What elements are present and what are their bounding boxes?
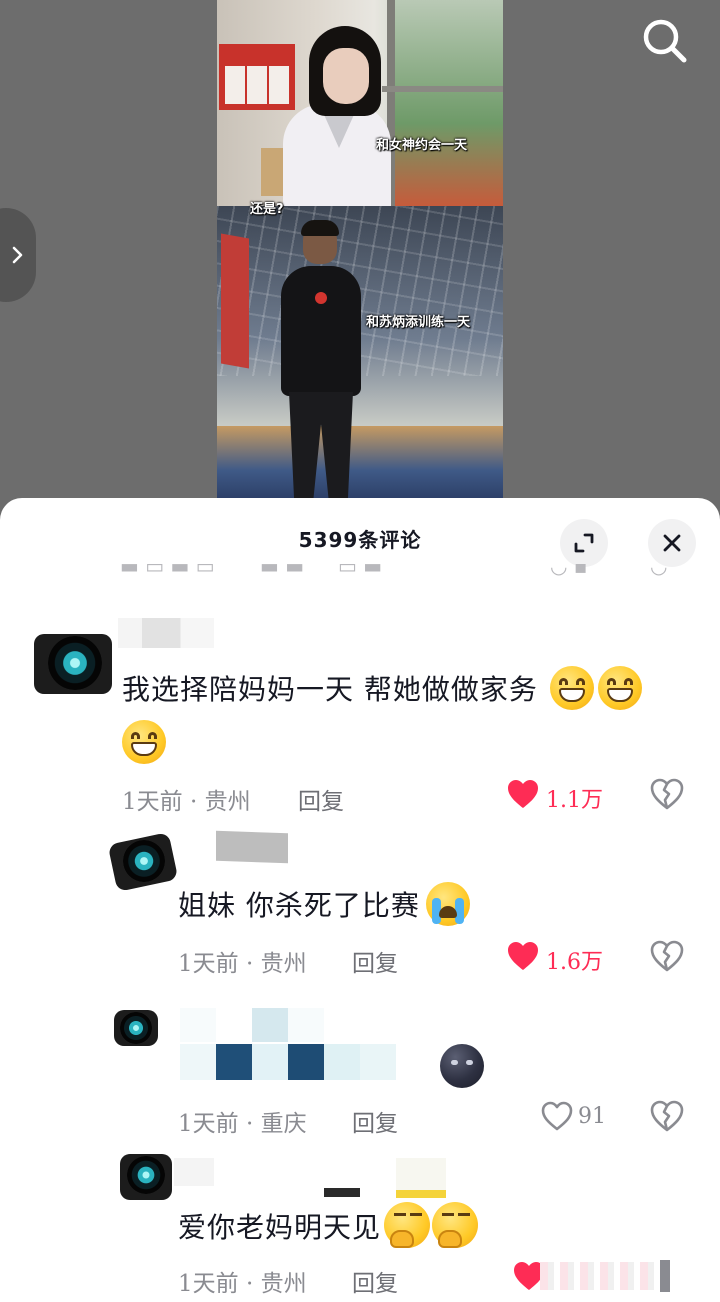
avatar[interactable] [30, 620, 116, 706]
username-redacted [324, 1188, 360, 1197]
window [387, 0, 503, 206]
username-redacted[interactable] [118, 618, 214, 648]
heart-filled-icon [508, 780, 538, 808]
search-button[interactable] [640, 16, 690, 66]
like-count-obscured [540, 1262, 660, 1290]
reply-button[interactable]: 回复 [298, 782, 344, 816]
avatar[interactable] [112, 996, 160, 1054]
thinking-face-emoji [384, 1202, 430, 1248]
grinning-face-emoji [550, 666, 594, 710]
loudly-crying-face-emoji [426, 882, 470, 926]
broken-heart-icon [650, 778, 684, 810]
red-notice-board [219, 44, 295, 110]
comment-time-location: 1天前 · 贵州 [178, 1271, 307, 1297]
username-redacted[interactable] [216, 830, 288, 864]
reply-button[interactable]: 回复 [352, 1264, 398, 1298]
running-track [217, 426, 503, 500]
heart-filled-icon [508, 942, 538, 970]
thinking-face-emoji [432, 1202, 478, 1248]
broken-heart-icon [650, 1100, 684, 1132]
comment-time-location: 1天前 · 贵州 [178, 951, 307, 977]
search-icon [643, 19, 687, 63]
video-caption: 和女神约会一天 [376, 138, 468, 153]
comment-sheet[interactable]: 5399条评论 ▬ ▭ ▬ ▭ ▬ ▬ ▭ ▬ ◡ ▪ ◡ 我选择陪妈妈一天 帮… [0, 498, 720, 1302]
like-count: 1.1万 [546, 788, 603, 813]
like-count: 1.6万 [546, 950, 603, 975]
comment-text: 爱你老妈明天见 [178, 1211, 382, 1244]
expand-icon [574, 533, 594, 553]
heart-outline-icon [541, 1101, 573, 1131]
grinning-face-emoji [122, 720, 166, 764]
avatar[interactable] [107, 826, 179, 896]
comment-count-title: 5399条评论 [298, 528, 422, 552]
comment-time-location: 1天前 · 重庆 [178, 1111, 307, 1137]
close-button[interactable] [648, 519, 696, 567]
dislike-button[interactable] [650, 778, 684, 814]
comment-text: 姐妹 你杀死了比赛 [178, 889, 420, 922]
like-button[interactable] [540, 1100, 574, 1136]
new-moon-face-emoji [440, 1044, 484, 1088]
clipped-previous-comment-meta: ▬ ▭ ▬ ▭ ▬ ▬ ▭ ▬ ◡ ▪ ◡ [120, 564, 668, 578]
username-redacted [396, 1158, 446, 1198]
video-scene-stadium [217, 206, 503, 500]
username-redacted[interactable] [174, 1158, 214, 1186]
dislike-button[interactable] [650, 940, 684, 976]
comment-text: 我选择陪妈妈一天 帮她做做家务 [122, 673, 538, 706]
close-icon [663, 534, 681, 552]
video-caption: 和苏炳添训练一天 [366, 315, 471, 330]
video-scene-girl [217, 0, 503, 206]
video-player[interactable]: 和女神约会一天 还是? 和苏炳添训练一天 [0, 0, 720, 500]
dislike-button[interactable] [650, 1100, 684, 1136]
like-count: 91 [578, 1104, 606, 1129]
grinning-face-emoji [598, 666, 642, 710]
expand-button[interactable] [560, 519, 608, 567]
avatar[interactable] [116, 1144, 174, 1206]
video-caption: 还是? [250, 202, 284, 217]
dislike-button[interactable] [660, 1260, 670, 1292]
broken-heart-icon [650, 940, 684, 972]
like-button[interactable] [506, 940, 540, 976]
like-button[interactable] [506, 778, 540, 814]
video-frame[interactable] [217, 0, 503, 500]
chevron-right-icon [12, 246, 23, 264]
reply-button[interactable]: 回复 [352, 1104, 398, 1138]
reply-button[interactable]: 回复 [352, 944, 398, 978]
comment-time-location: 1天前 · 贵州 [122, 789, 251, 815]
side-panel-toggle[interactable] [0, 208, 36, 302]
